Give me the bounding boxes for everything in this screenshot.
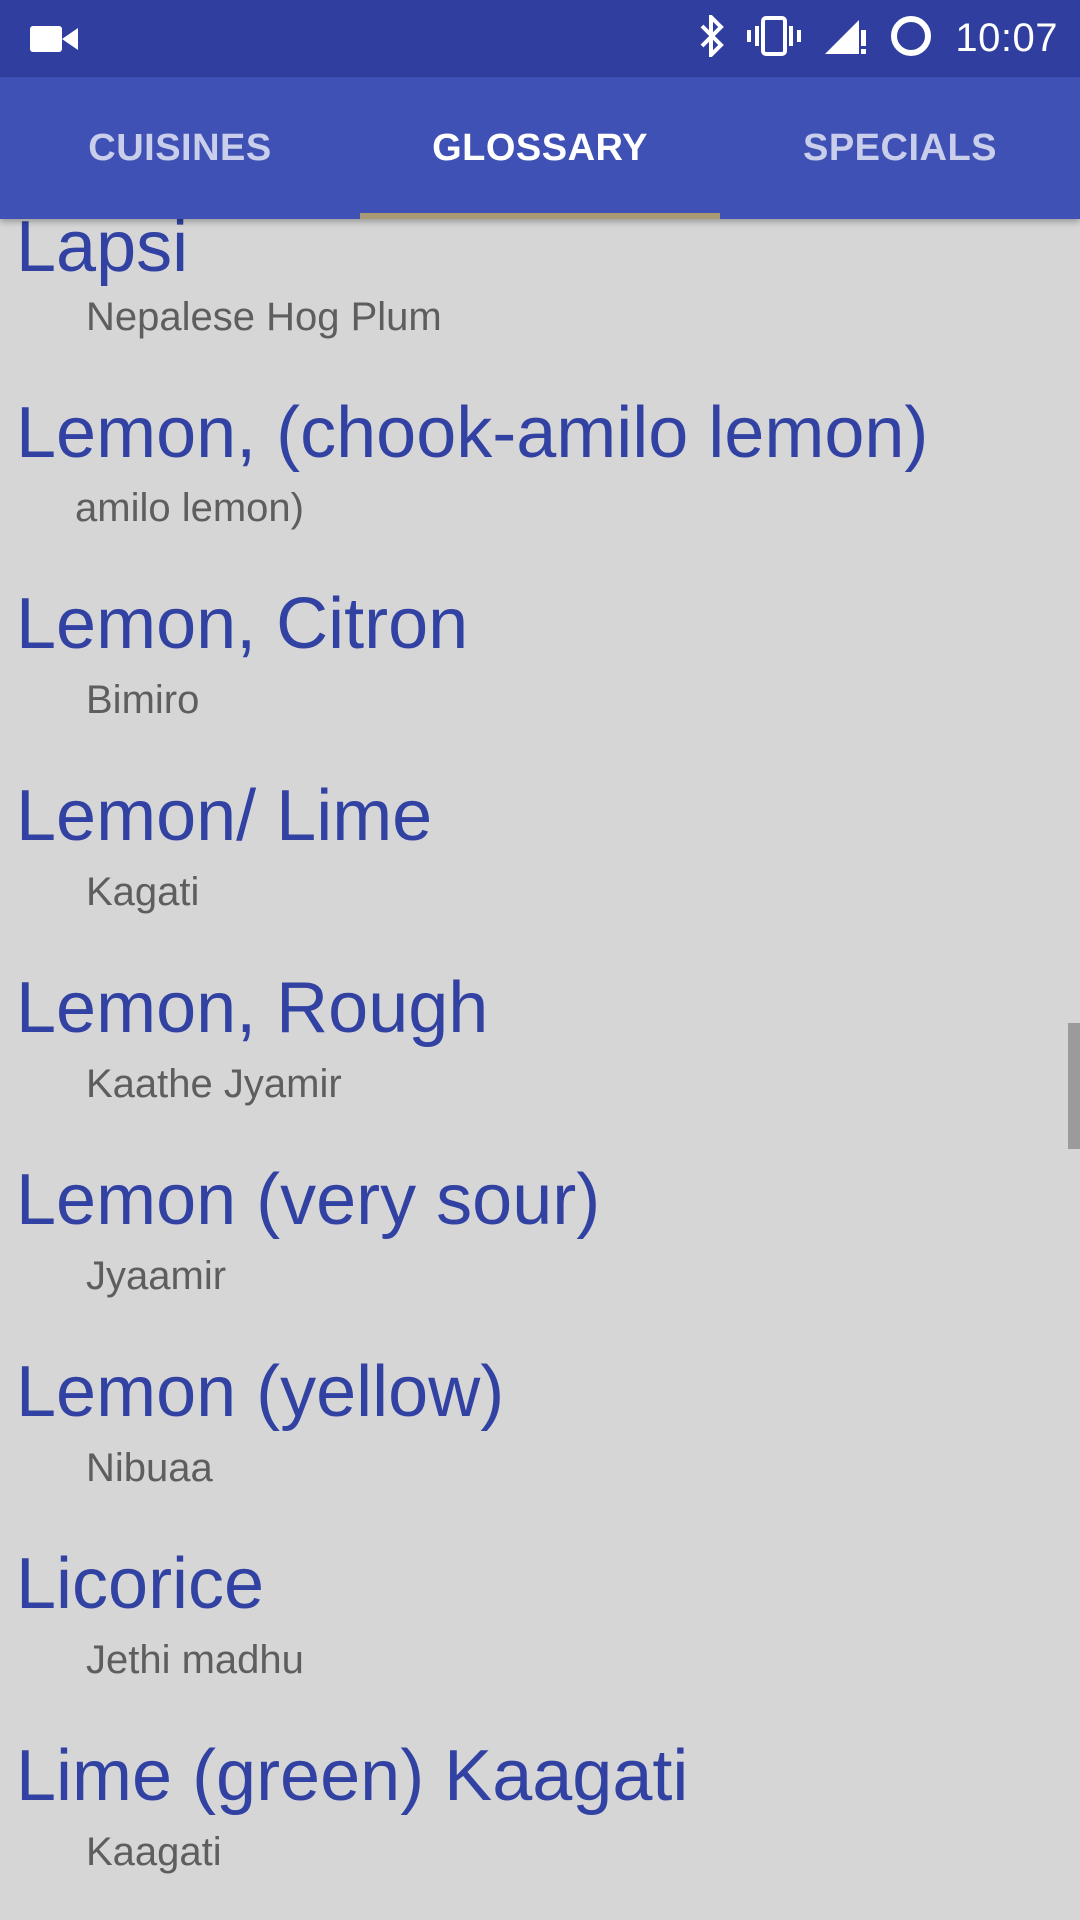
glossary-term: Lemon, Citron (16, 584, 469, 664)
glossary-term: Lime (green) Kaagati (16, 1736, 689, 1816)
glossary-term: Lapsi (16, 219, 189, 287)
glossary-translation: Nibuaa (86, 1446, 213, 1490)
scrollbar-thumb[interactable] (1068, 1023, 1080, 1149)
status-bar: 10:07 (0, 0, 1080, 77)
glossary-term: Licorice (16, 1544, 265, 1624)
status-icons: 10:07 (699, 0, 1058, 77)
glossary-translation: Jyaamir (86, 1254, 227, 1298)
status-time: 10:07 (955, 16, 1058, 60)
sync-icon (889, 14, 933, 63)
tab-indicator (360, 213, 720, 219)
tab-glossary[interactable]: GLOSSARY (360, 77, 720, 219)
signal-icon (823, 16, 867, 61)
glossary-translation: Kaathe Jyamir (86, 1062, 342, 1106)
glossary-list[interactable]: Lapsi Nepalese Hog Plum Lemon, (chook-am… (0, 219, 1080, 1920)
glossary-term: Lemon, (chook-amilo lemon) (16, 393, 929, 473)
glossary-translation: Kaagati (86, 1830, 222, 1874)
glossary-translation: Jethi madhu (86, 1638, 304, 1682)
glossary-translation: Bimiro (86, 678, 200, 722)
glossary-translation: Nepalese Hog Plum (86, 295, 442, 339)
glossary-term: Lemon/ Lime (16, 776, 433, 856)
tab-specials[interactable]: SPECIALS (720, 77, 1080, 219)
glossary-screen: 10:07 CUISINES GLOSSARY SPECIALS Lapsi N… (0, 0, 1080, 1920)
video-camera-icon (30, 24, 78, 54)
glossary-term: Lemon (very sour) (16, 1160, 601, 1240)
tab-cuisines[interactable]: CUISINES (0, 77, 360, 219)
bluetooth-icon (699, 12, 725, 62)
glossary-term: Lemon, Rough (16, 968, 489, 1048)
glossary-term: Lemon (yellow) (16, 1352, 505, 1432)
glossary-translation: Kagati (86, 870, 200, 914)
vibrate-icon (747, 16, 802, 61)
glossary-translation: amilo lemon) (75, 486, 304, 530)
tab-bar: CUISINES GLOSSARY SPECIALS (0, 77, 1080, 219)
